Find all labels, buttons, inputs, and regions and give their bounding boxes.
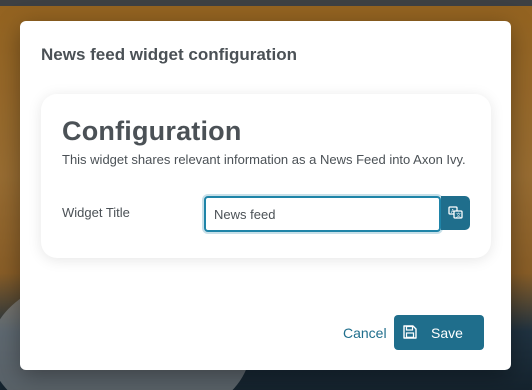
- floppy-disk-icon: [403, 325, 417, 342]
- cancel-button[interactable]: Cancel: [343, 325, 387, 341]
- widget-title-label: Widget Title: [62, 205, 130, 220]
- dialog-title: News feed widget configuration: [41, 45, 297, 64]
- svg-text:A: A: [451, 209, 455, 215]
- card-description: This widget shares relevant information …: [62, 152, 466, 167]
- configuration-card: Configuration This widget shares relevan…: [41, 94, 491, 258]
- translate-icon: A 文: [447, 206, 464, 220]
- svg-text:文: 文: [456, 212, 461, 219]
- widget-config-dialog: News feed widget configuration Configura…: [20, 21, 511, 370]
- card-heading: Configuration: [62, 116, 242, 146]
- save-button[interactable]: Save: [394, 315, 484, 350]
- widget-title-input[interactable]: [204, 196, 441, 232]
- save-button-label: Save: [431, 325, 463, 341]
- translate-button[interactable]: A 文: [441, 196, 470, 230]
